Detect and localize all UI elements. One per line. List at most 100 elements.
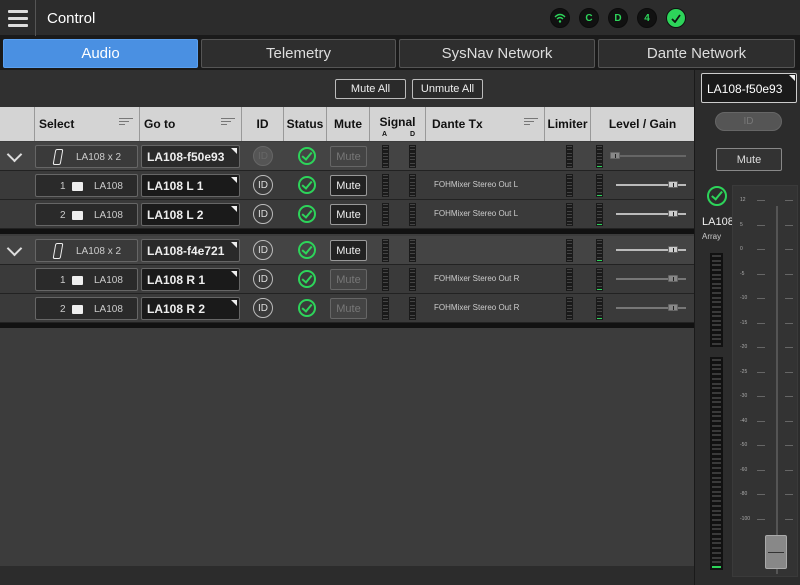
goto-select[interactable]: LA108 R 1 [141,268,240,291]
status-ok-icon [298,299,316,317]
id-button[interactable]: ID [253,240,273,260]
goto-select[interactable]: LA108-f50e93 [141,145,240,168]
status-d-icon[interactable]: D [608,8,628,28]
speaker-array-icon [52,243,64,259]
mute-button[interactable]: Mute [330,204,367,225]
limiter-meter [566,174,573,197]
chevron-down-icon[interactable] [7,149,23,161]
select-group-button[interactable]: LA108 x 2 [35,145,138,168]
fader-tick [785,494,793,495]
wifi-icon[interactable] [550,8,570,28]
id-button[interactable]: ID [253,175,273,195]
table-row: 2 LA108 LA108 L 2 ID Mute FOHMixer Stere… [0,200,694,229]
sort-icon[interactable] [524,118,538,128]
speaker-icon [72,305,83,314]
gain-slider-knob[interactable] [668,246,678,253]
fader-tick [757,469,765,471]
mute-button[interactable]: Mute [330,269,367,290]
fader-tick [757,322,765,324]
dante-tx-label: FOHMixer Stereo Out R [434,303,520,312]
select-device-button[interactable]: 1 LA108 [35,174,138,197]
fader-tick [785,298,793,299]
fader-tick-label: -5 [740,270,745,277]
fader-knob[interactable] [765,535,787,569]
fader-tick-label: 5 [740,221,743,228]
fader-tick [757,298,765,299]
fader-tick [757,249,765,250]
status-ok-icon [298,205,316,223]
signal-meter-d [409,268,416,291]
unmute-all-button[interactable]: Unmute All [412,79,483,99]
tab-telemetry[interactable]: Telemetry [201,39,396,68]
sort-icon[interactable] [119,118,133,128]
header-signal: Signal A D [370,107,426,141]
select-device-button[interactable]: 2 LA108 [35,297,138,320]
speaker-array-icon [52,149,64,165]
device-index: 2 [60,304,66,315]
device-index: 1 [60,275,66,286]
fader-tick-label: -15 [740,319,748,326]
id-button[interactable]: ID [253,146,273,166]
gain-slider-knob[interactable] [668,210,678,217]
header-signal-d: D [410,131,416,138]
gain-slider-knob[interactable] [668,304,678,311]
device-model: LA108 [94,275,123,286]
hamburger-menu-icon[interactable] [0,0,36,36]
fader-tick [757,445,765,446]
fader-tick [757,396,765,397]
header-dante-tx[interactable]: Dante Tx [426,107,545,141]
goto-select[interactable]: LA108 L 1 [141,174,240,197]
gain-slider[interactable] [611,155,686,157]
fader-tick-label: -60 [740,466,748,473]
fader-tick-label: -40 [740,417,748,424]
header-mute: Mute [327,107,370,141]
chevron-down-icon[interactable] [7,243,23,255]
fader-tick [757,518,765,520]
signal-meter-a [382,297,389,320]
gain-slider-knob[interactable] [610,152,620,159]
gain-fader[interactable]: 12 5 0 -5 -10 -15 -20 -25 -30 -40 -50 -60 -80 -100 [732,185,798,577]
status-4-icon[interactable]: 4 [637,8,657,28]
signal-meter-a [382,268,389,291]
id-button[interactable]: ID [253,298,273,318]
fader-tick-label: -80 [740,491,748,497]
select-device-button[interactable]: 2 LA108 [35,203,138,226]
mute-button[interactable]: Mute [330,298,367,319]
fader-tick [757,420,765,422]
id-button[interactable]: ID [715,112,782,131]
device-select[interactable]: LA108-f50e93 [701,73,797,103]
mute-button[interactable]: Mute [330,240,367,261]
gain-slider-knob[interactable] [668,181,678,188]
header-level-gain: Level / Gain [608,117,677,131]
header-select[interactable]: Select [35,107,140,141]
mute-button[interactable]: Mute [330,175,367,196]
tab-dante-network[interactable]: Dante Network [598,39,795,68]
fader-tick-label: -50 [740,442,748,448]
goto-select[interactable]: LA108 L 2 [141,203,240,226]
id-button[interactable]: ID [253,269,273,289]
tab-audio[interactable]: Audio [3,39,198,68]
fader-tick-label: -100 [740,515,751,522]
sort-icon[interactable] [221,118,235,128]
status-c-icon[interactable]: C [579,8,599,28]
goto-select[interactable]: LA108 R 2 [141,297,240,320]
signal-meter-d [409,239,416,262]
id-button[interactable]: ID [253,204,273,224]
select-group-button[interactable]: LA108 x 2 [35,239,138,262]
gain-slider-knob[interactable] [668,275,678,282]
goto-select[interactable]: LA108-f4e721 [141,239,240,262]
fader-tick [785,322,793,324]
level-meter [596,268,603,291]
select-device-button[interactable]: 1 LA108 [35,268,138,291]
header-select-label: Select [39,117,75,131]
mute-button[interactable]: Mute [330,146,367,167]
mute-button[interactable]: Mute [716,148,782,171]
fader-tick [785,273,793,275]
tab-sysnav-network[interactable]: SysNav Network [399,39,595,68]
mute-all-button[interactable]: Mute All [335,79,406,99]
ok-check-icon[interactable] [666,8,686,28]
status-ok-icon [298,176,316,194]
fader-tick [785,396,793,397]
header-goto[interactable]: Go to [140,107,242,141]
speaker-icon [72,276,83,285]
